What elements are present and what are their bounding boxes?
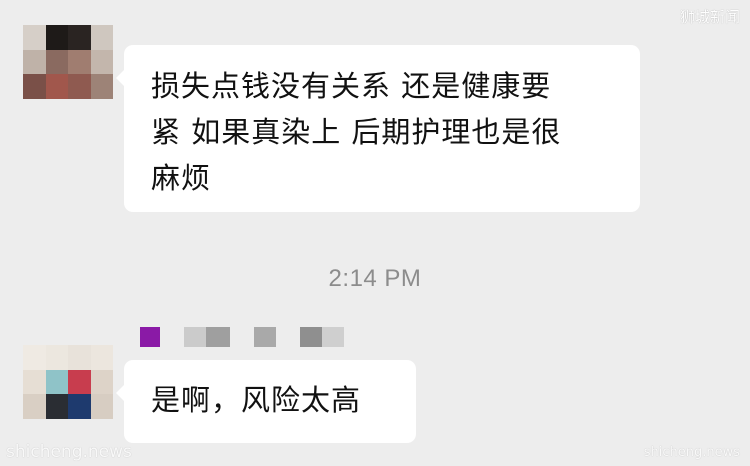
avatar-pixel [45, 74, 68, 99]
redaction-block [300, 327, 322, 347]
avatar-pixel [68, 74, 91, 99]
message-text-line: 麻烦 [151, 161, 212, 195]
avatar-pixel [90, 74, 113, 99]
avatar-pixel [90, 49, 113, 75]
redaction-block [140, 327, 160, 347]
avatar-pixel [23, 74, 46, 99]
avatar-pixel [90, 369, 113, 395]
message-timestamp: 2:14 PM [328, 265, 422, 292]
redaction-block [254, 327, 276, 347]
avatar-pixel [23, 49, 46, 75]
watermark-top-right: 狮城新闻 [679, 8, 740, 26]
avatar-pixel [45, 25, 68, 50]
avatar-pixel [68, 369, 91, 395]
avatar[interactable] [23, 25, 113, 99]
avatar-pixel [68, 25, 91, 50]
chat-view: 狮城新闻 损失点钱没有关系 还是健康要 紧 如果真染上 后期护理也是很 麻烦 2… [0, 0, 750, 466]
avatar-pixel [45, 345, 68, 370]
redaction-block [206, 327, 230, 347]
message-text-line: 是啊，风险太高 [151, 383, 362, 417]
avatar-pixel [68, 394, 91, 419]
avatar-pixel [45, 369, 68, 395]
avatar[interactable] [23, 345, 113, 419]
redaction-block [184, 327, 206, 347]
avatar-pixel [90, 345, 113, 370]
message-bubble[interactable]: 是啊，风险太高 [116, 360, 416, 443]
avatar-pixel [23, 345, 46, 370]
watermark-bottom-right: shicheng.news [643, 445, 740, 460]
avatar-pixel [68, 345, 91, 370]
avatar-pixel [45, 49, 68, 75]
message-text-line: 损失点钱没有关系 还是健康要 [151, 69, 552, 103]
avatar-pixel [23, 394, 46, 419]
message-text-line: 紧 如果真染上 后期护理也是很 [151, 115, 562, 149]
avatar-pixel [23, 369, 46, 395]
avatar-pixel [68, 49, 91, 75]
message-bubble[interactable]: 损失点钱没有关系 还是健康要 紧 如果真染上 后期护理也是很 麻烦 [116, 45, 640, 212]
avatar-pixel [90, 25, 113, 50]
avatar-pixel [23, 25, 46, 50]
redaction-block [322, 327, 344, 347]
avatar-pixel [45, 394, 68, 419]
watermark-bottom-left: shicheng.news [6, 442, 132, 462]
avatar-pixel [90, 394, 113, 419]
